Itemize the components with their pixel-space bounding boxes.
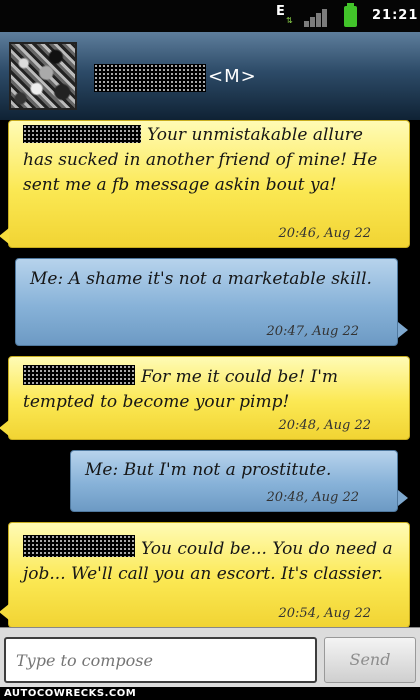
contact-avatar[interactable] bbox=[9, 42, 77, 110]
message-bubble-outgoing[interactable]: Me: A shame it's not a marketable skill.… bbox=[15, 258, 398, 346]
signal-bars-icon bbox=[304, 7, 332, 27]
bubble-tail bbox=[398, 490, 408, 506]
message-timestamp: 20:48, Aug 22 bbox=[266, 490, 360, 505]
compose-input[interactable] bbox=[4, 637, 317, 683]
contact-name-redacted bbox=[94, 64, 206, 92]
bubble-tail bbox=[398, 322, 408, 338]
message-bubble-incoming[interactable]: Your unmistakable allure has sucked in a… bbox=[8, 120, 410, 248]
network-type-label: E bbox=[276, 4, 285, 19]
sender-name-redacted bbox=[23, 365, 135, 385]
bubble-tail bbox=[0, 420, 9, 436]
sender-name-redacted bbox=[23, 125, 141, 143]
data-activity-icon: ⇅ bbox=[286, 16, 293, 25]
message-text: Me: But I'm not a prostitute. bbox=[85, 460, 332, 480]
sender-name-redacted bbox=[23, 535, 135, 557]
message-timestamp: 20:47, Aug 22 bbox=[266, 324, 360, 339]
bubble-tail bbox=[0, 228, 9, 244]
status-bar: E ⇅ 21:21 bbox=[0, 0, 420, 32]
bubble-tail bbox=[0, 604, 9, 620]
message-text: For me it could be! I'm tempted to becom… bbox=[23, 365, 339, 412]
contact-number-type: <M> bbox=[208, 66, 257, 87]
message-text: You could be... You do need a job... We'… bbox=[23, 535, 397, 587]
status-time: 21:21 bbox=[372, 8, 419, 23]
watermark: AUTOCOWRECKS.COM bbox=[0, 687, 420, 700]
message-timestamp: 20:46, Aug 22 bbox=[278, 226, 372, 241]
message-bubble-incoming[interactable]: You could be... You do need a job... We'… bbox=[8, 522, 410, 628]
watermark-text: AUTOCOWRECKS.COM bbox=[4, 688, 137, 699]
message-bubble-incoming[interactable]: For me it could be! I'm tempted to becom… bbox=[8, 356, 410, 440]
conversation-header: <M> bbox=[0, 32, 420, 121]
message-bubble-outgoing[interactable]: Me: But I'm not a prostitute. 20:48, Aug… bbox=[70, 450, 398, 512]
send-button[interactable]: Send bbox=[324, 637, 416, 683]
message-timestamp: 20:48, Aug 22 bbox=[278, 418, 372, 433]
message-timestamp: 20:54, Aug 22 bbox=[278, 606, 372, 621]
compose-bar: Send bbox=[0, 627, 420, 688]
message-text: Your unmistakable allure has sucked in a… bbox=[23, 125, 378, 195]
message-text: Me: A shame it's not a marketable skill. bbox=[30, 269, 372, 289]
battery-icon bbox=[344, 3, 357, 27]
